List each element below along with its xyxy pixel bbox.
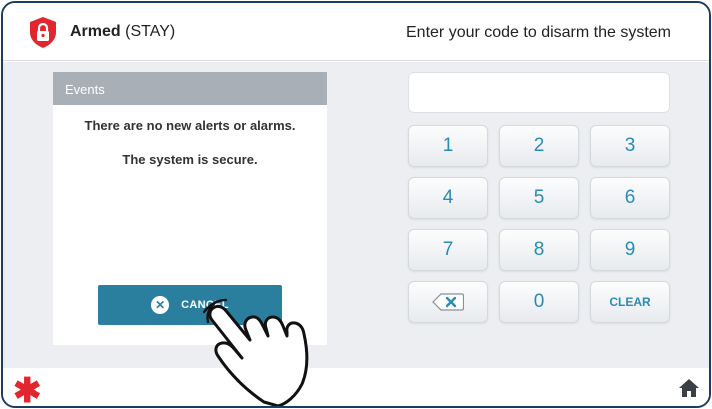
backspace-icon [432, 293, 464, 311]
arm-status-mode: (STAY) [120, 23, 176, 40]
app-window: Armed (STAY) Enter your code to disarm t… [1, 1, 711, 408]
key-0[interactable]: 0 [499, 281, 579, 323]
arm-status: Armed (STAY) [70, 23, 175, 41]
header-bar: Armed (STAY) Enter your code to disarm t… [3, 3, 709, 61]
disarm-prompt: Enter your code to disarm the system [406, 24, 671, 41]
armed-shield-lock-icon [30, 17, 56, 48]
arm-status-state: Armed [70, 23, 121, 40]
key-8[interactable]: 8 [499, 229, 579, 271]
key-3[interactable]: 3 [590, 125, 670, 167]
footer-bar: ✱ [3, 368, 709, 406]
system-secure-message: The system is secure. [122, 152, 258, 167]
pointer-hand-cursor-icon [202, 298, 309, 406]
key-9[interactable]: 9 [590, 229, 670, 271]
no-alerts-message: There are no new alerts or alarms. [84, 118, 296, 133]
asterisk-icon[interactable]: ✱ [13, 374, 42, 406]
key-4[interactable]: 4 [408, 177, 488, 219]
main-content: Events There are no new alerts or alarms… [3, 62, 709, 368]
key-2[interactable]: 2 [499, 125, 579, 167]
clear-key[interactable]: CLEAR [590, 281, 670, 323]
events-title: Events [53, 72, 327, 105]
key-5[interactable]: 5 [499, 177, 579, 219]
key-6[interactable]: 6 [590, 177, 670, 219]
home-icon[interactable] [678, 377, 700, 399]
code-input[interactable] [408, 72, 670, 113]
key-7[interactable]: 7 [408, 229, 488, 271]
key-1[interactable]: 1 [408, 125, 488, 167]
close-circle-icon: ✕ [151, 296, 170, 314]
backspace-key[interactable] [408, 281, 488, 323]
